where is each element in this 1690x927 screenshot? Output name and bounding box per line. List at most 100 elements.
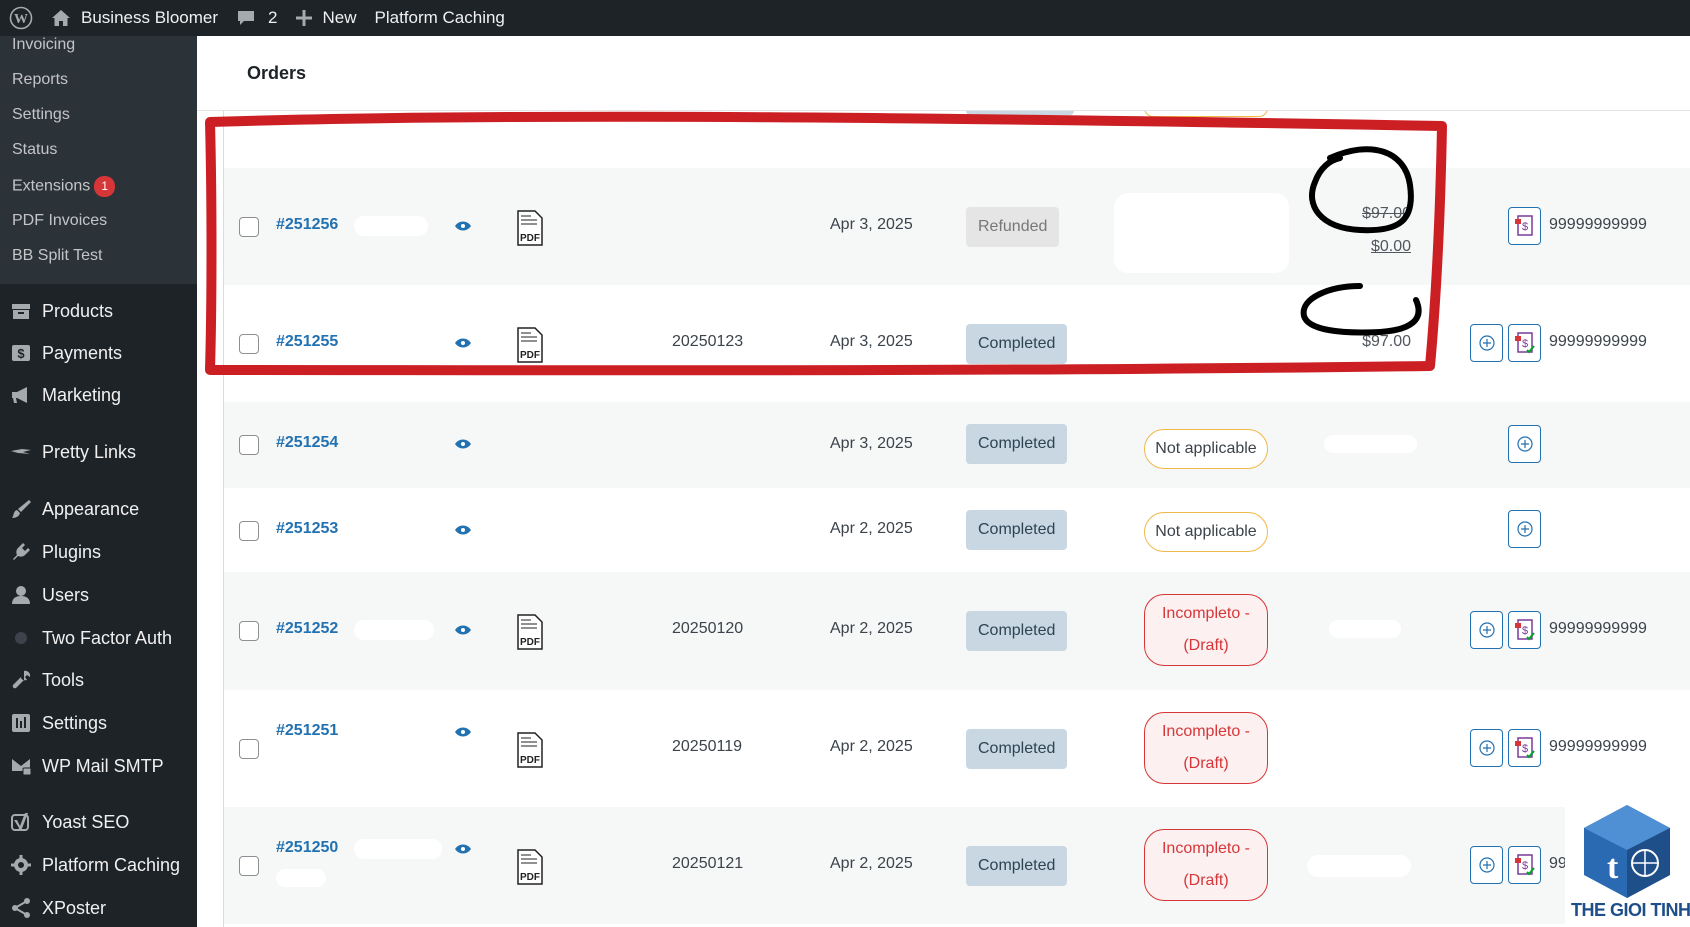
invoice-action-button[interactable]: $ [1508, 729, 1541, 767]
invoice-check-icon: $ [1514, 854, 1535, 876]
new-content-link[interactable]: New [286, 0, 365, 36]
add-action-button[interactable] [1470, 846, 1503, 884]
table-row[interactable]: #251250 PDF 20250121 Apr 2, 2025 Complet… [224, 807, 1690, 924]
eye-icon[interactable] [454, 221, 472, 231]
plus-circle-icon [1478, 622, 1495, 638]
comments-link[interactable]: 2 [227, 0, 286, 36]
pdf-icon[interactable]: PDF [517, 210, 543, 246]
cube-logo-icon: t [1584, 805, 1670, 898]
add-action-button[interactable] [1470, 611, 1503, 649]
submenu-item-pdf-invoices[interactable]: PDF Invoices [12, 212, 107, 230]
eye-icon[interactable] [454, 625, 472, 635]
pretty-links-icon [0, 441, 42, 463]
order-total: $97.00 [1362, 333, 1411, 350]
invoice-check-icon: $ [1514, 737, 1535, 759]
add-action-button[interactable] [1470, 324, 1503, 362]
einvoice-status-badge: Incompleto - (Draft) [1144, 594, 1268, 666]
admin-sidebar: Invoicing Reports Settings Status Extens… [0, 36, 197, 927]
eye-icon[interactable] [454, 338, 472, 348]
settings-icon [0, 712, 42, 734]
submenu-item-reports[interactable]: Reports [12, 71, 68, 89]
menu-item-xposter[interactable]: XPoster [0, 890, 197, 926]
row-checkbox[interactable] [239, 521, 259, 541]
order-number-link[interactable]: #251254 [276, 434, 338, 452]
invoice-action-button[interactable]: $ [1508, 207, 1541, 245]
eye-icon[interactable] [454, 439, 472, 449]
table-row[interactable]: #251253 Apr 2, 2025 Completed Not applic… [224, 488, 1690, 572]
menu-item-plugins[interactable]: Plugins [0, 534, 197, 570]
row-checkbox[interactable] [239, 856, 259, 876]
menu-item-settings[interactable]: Settings [0, 705, 197, 741]
submenu-item-invoicing[interactable]: Invoicing [12, 36, 75, 54]
menu-item-tools[interactable]: Tools [0, 662, 197, 698]
row-checkbox[interactable] [239, 435, 259, 455]
menu-item-two-factor-auth[interactable]: Two Factor Auth [0, 620, 197, 656]
menu-item-platform-caching[interactable]: Platform Caching [0, 847, 197, 883]
einvoice-status-badge: Incompleto - (Draft) [1144, 829, 1268, 901]
menu-item-marketing[interactable]: Marketing [0, 377, 197, 413]
order-total-refunded: $0.00 [1370, 238, 1411, 255]
row-checkbox[interactable] [239, 739, 259, 759]
pdf-icon[interactable]: PDF [517, 849, 543, 885]
order-number-link[interactable]: #251251 [276, 722, 338, 740]
platform-caching-link[interactable]: Platform Caching [366, 0, 514, 36]
gear-icon [0, 854, 42, 876]
table-row[interactable]: #251252 PDF 20250120 Apr 2, 2025 Complet… [224, 572, 1690, 690]
order-number-link[interactable]: #251253 [276, 520, 338, 538]
invoice-action-button[interactable]: $ [1508, 324, 1541, 362]
table-row[interactable]: #251255 PDF 20250123 Apr 3, 2025 Complet… [224, 285, 1690, 402]
site-name-link[interactable]: Business Bloomer [42, 0, 227, 36]
menu-item-pretty-links[interactable]: Pretty Links [0, 434, 197, 470]
einvoice-status-badge: Incompleto - (Draft) [1144, 712, 1268, 784]
menu-label: Settings [42, 712, 108, 733]
menu-item-yoast-seo[interactable]: Yoast SEO [0, 804, 197, 840]
table-row[interactable]: #251254 Apr 3, 2025 Completed Not applic… [224, 402, 1690, 488]
eye-icon[interactable] [454, 844, 472, 854]
row-checkbox[interactable] [239, 334, 259, 354]
submenu-item-bb-split-test[interactable]: BB Split Test [12, 247, 102, 265]
eye-icon[interactable] [454, 727, 472, 737]
table-row[interactable]: #251256 PDF Apr 3, 2025 Refunded $97.00 … [224, 168, 1690, 285]
menu-item-wp-mail-smtp[interactable]: WP Mail SMTP [0, 748, 197, 784]
new-label: New [322, 8, 357, 27]
submenu-item-status[interactable]: Status [12, 141, 57, 159]
megaphone-icon [0, 384, 42, 406]
invoice-action-button[interactable]: $ [1508, 846, 1541, 884]
wordpress-logo-icon[interactable]: W [0, 0, 42, 36]
table-row[interactable]: #251251 PDF 20250119 Apr 2, 2025 Complet… [224, 690, 1690, 807]
order-number-link[interactable]: #251252 [276, 620, 338, 638]
status-badge: Completed [966, 729, 1068, 769]
invoice-action-button[interactable]: $ [1508, 611, 1541, 649]
pdf-icon[interactable]: PDF [517, 327, 543, 363]
order-number-link[interactable]: #251255 [276, 333, 338, 351]
archive-icon [0, 300, 42, 322]
svg-text:$: $ [1521, 625, 1527, 637]
svg-text:$: $ [1521, 221, 1527, 233]
woocommerce-submenu: Invoicing Reports Settings Status Extens… [0, 36, 197, 284]
eye-icon[interactable] [454, 525, 472, 535]
redacted-name [276, 869, 326, 887]
pdf-icon[interactable]: PDF [517, 614, 543, 650]
menu-item-users[interactable]: Users [0, 577, 197, 613]
invoice-number: 20250119 [672, 738, 742, 755]
extensions-count-badge: 1 [94, 176, 116, 197]
row-checkbox[interactable] [239, 217, 259, 237]
phone-number: 99999999999 [1549, 216, 1647, 233]
svg-text:t: t [1607, 849, 1619, 886]
submenu-item-settings[interactable]: Settings [12, 106, 70, 124]
page-title: Orders [247, 63, 307, 83]
menu-item-payments[interactable]: $ Payments [0, 335, 197, 371]
pdf-icon[interactable]: PDF [517, 732, 543, 768]
row-checkbox[interactable] [239, 621, 259, 641]
submenu-item-extensions[interactable]: Extensions 1 [12, 176, 116, 197]
status-badge: Completed [966, 324, 1068, 364]
order-number-link[interactable]: #251256 [276, 216, 338, 234]
add-action-button[interactable] [1508, 425, 1541, 463]
yoast-icon [0, 811, 42, 833]
menu-item-products[interactable]: Products [0, 293, 197, 329]
menu-item-appearance[interactable]: Appearance [0, 491, 197, 527]
order-number-link[interactable]: #251250 [276, 839, 338, 857]
menu-label: Plugins [42, 541, 102, 562]
add-action-button[interactable] [1470, 729, 1503, 767]
add-action-button[interactable] [1508, 510, 1541, 548]
